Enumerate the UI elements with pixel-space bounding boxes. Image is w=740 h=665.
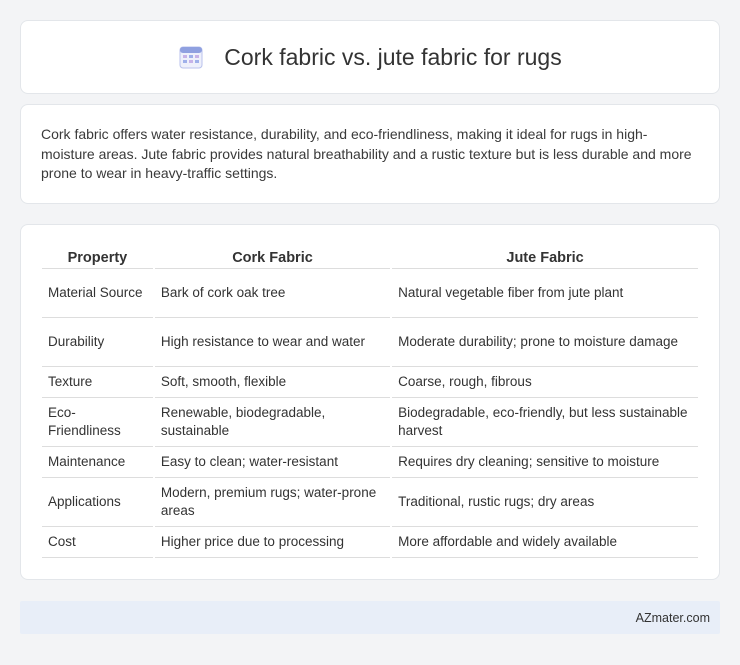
cell-cork: High resistance to wear and water [154, 318, 391, 367]
table-row: Material Source Bark of cork oak tree Na… [42, 269, 698, 318]
cell-property: Material Source [42, 269, 153, 318]
column-header-property: Property [42, 245, 153, 269]
cell-cork: Modern, premium rugs; water-prone areas [154, 478, 391, 527]
table-header-row: Property Cork Fabric Jute Fabric [42, 245, 698, 269]
cell-cork: Renewable, biodegradable, sustainable [154, 398, 391, 447]
calendar-grid-icon [178, 44, 204, 70]
table-row: Eco-Friendliness Renewable, biodegradabl… [42, 398, 698, 447]
cell-property: Cost [42, 527, 153, 558]
cell-property: Durability [42, 318, 153, 367]
table-row: Cost Higher price due to processing More… [42, 527, 698, 558]
cell-cork: Soft, smooth, flexible [154, 367, 391, 398]
cell-jute: More affordable and widely available [392, 527, 698, 558]
table-row: Maintenance Easy to clean; water-resista… [42, 447, 698, 478]
page-title: Cork fabric vs. jute fabric for rugs [224, 43, 562, 70]
cell-jute: Natural vegetable fiber from jute plant [392, 269, 698, 318]
cell-jute: Requires dry cleaning; sensitive to mois… [392, 447, 698, 478]
summary-card: Cork fabric offers water resistance, dur… [20, 104, 720, 204]
header-card: Cork fabric vs. jute fabric for rugs [20, 20, 720, 94]
cell-jute: Biodegradable, eco-friendly, but less su… [392, 398, 698, 447]
cell-property: Applications [42, 478, 153, 527]
cell-jute: Coarse, rough, fibrous [392, 367, 698, 398]
footer-site-link[interactable]: AZmater.com [636, 611, 710, 625]
cell-jute: Moderate durability; prone to moisture d… [392, 318, 698, 367]
table-row: Durability High resistance to wear and w… [42, 318, 698, 367]
comparison-table: Property Cork Fabric Jute Fabric Materia… [40, 245, 700, 558]
cell-property: Eco-Friendliness [42, 398, 153, 447]
cell-cork: Bark of cork oak tree [154, 269, 391, 318]
cell-property: Texture [42, 367, 153, 398]
cell-property: Maintenance [42, 447, 153, 478]
column-header-cork: Cork Fabric [154, 245, 391, 269]
cell-cork: Higher price due to processing [154, 527, 391, 558]
column-header-jute: Jute Fabric [392, 245, 698, 269]
title-wrap: Cork fabric vs. jute fabric for rugs [178, 43, 562, 71]
table-row: Texture Soft, smooth, flexible Coarse, r… [42, 367, 698, 398]
footer-bar: AZmater.com [20, 601, 720, 634]
comparison-table-card: Property Cork Fabric Jute Fabric Materia… [20, 224, 720, 580]
cell-jute: Traditional, rustic rugs; dry areas [392, 478, 698, 527]
summary-text: Cork fabric offers water resistance, dur… [41, 126, 692, 181]
table-row: Applications Modern, premium rugs; water… [42, 478, 698, 527]
cell-cork: Easy to clean; water-resistant [154, 447, 391, 478]
